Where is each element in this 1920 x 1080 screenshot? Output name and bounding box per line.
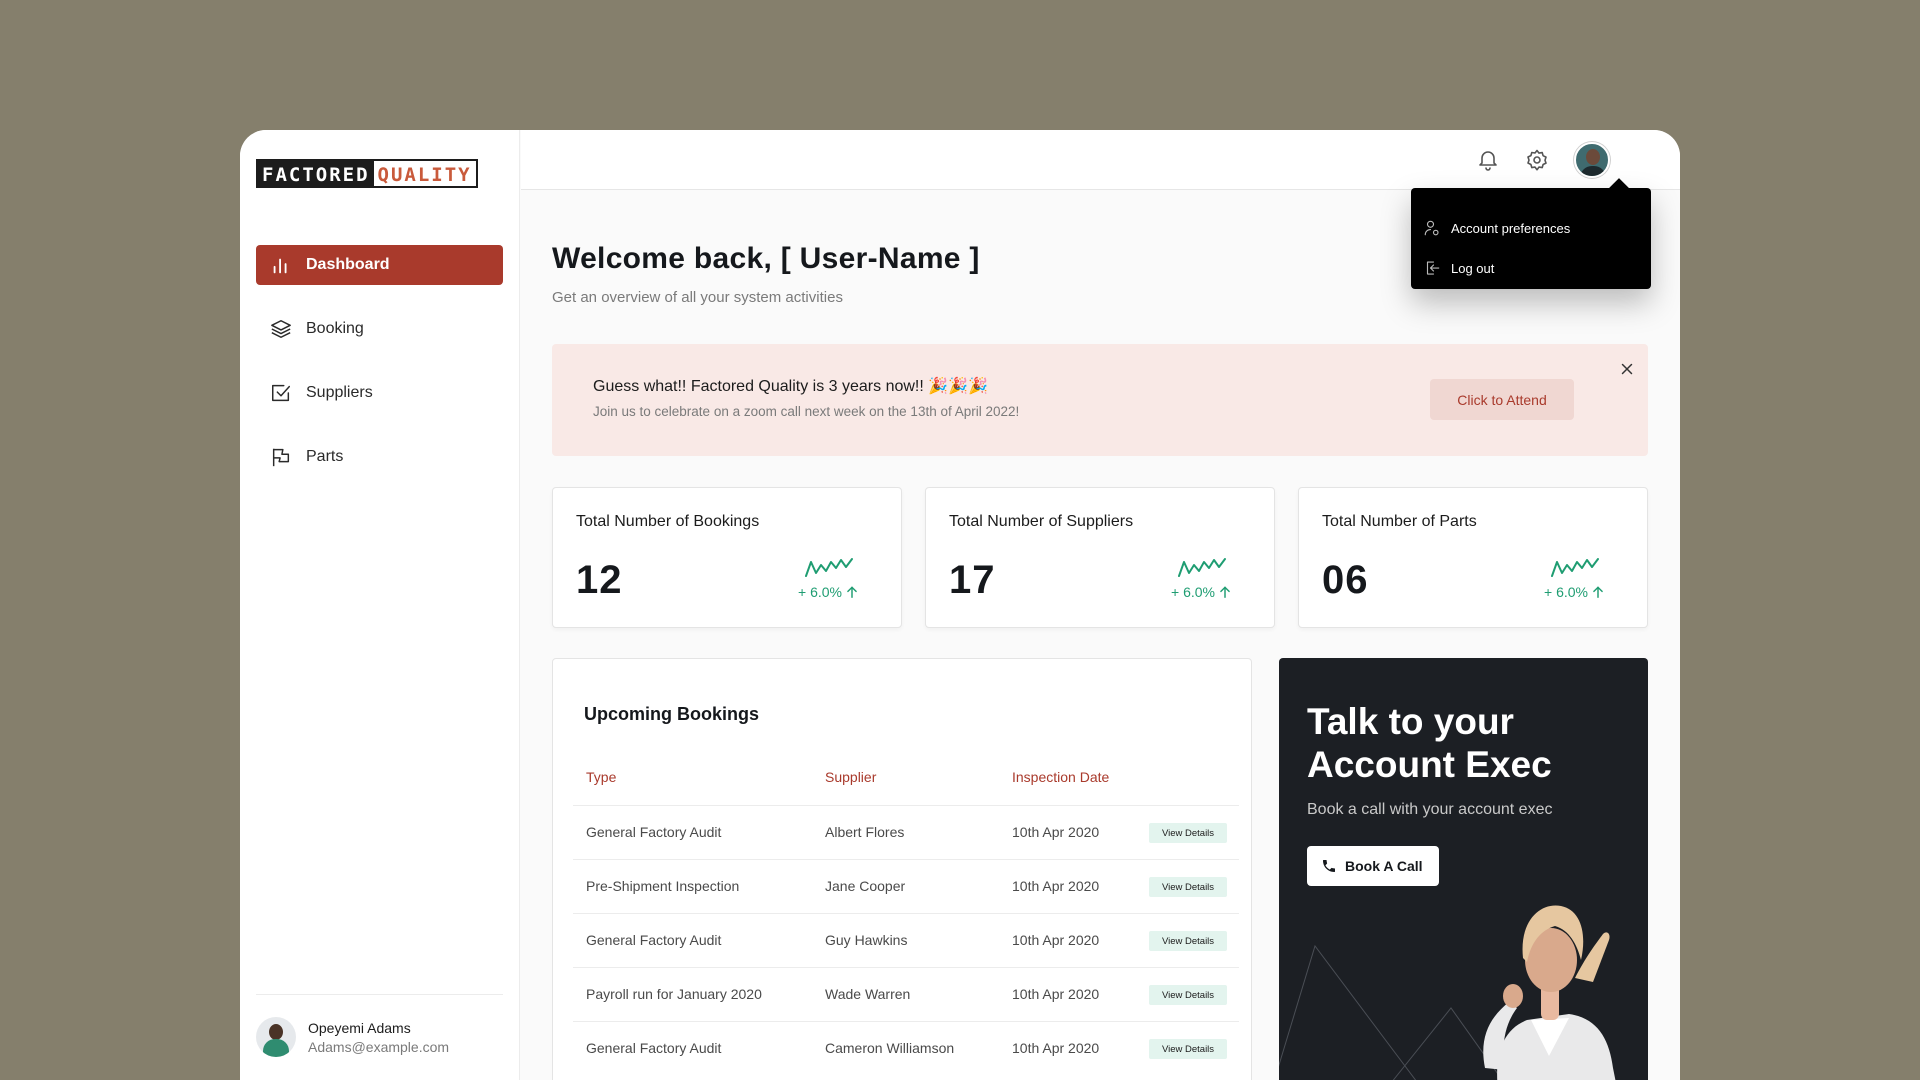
- upcoming-bookings-card: Upcoming Bookings Type Supplier Inspecti…: [552, 658, 1252, 1080]
- cell-supplier: Albert Flores: [825, 824, 905, 840]
- cell-date: 10th Apr 2020: [1012, 1040, 1100, 1056]
- avatar: [256, 1017, 296, 1057]
- view-details-button[interactable]: View Details: [1149, 931, 1227, 951]
- menu-item-logout[interactable]: Log out: [1411, 248, 1651, 288]
- table-row: General Factory Audit Cameron Williamson…: [573, 1021, 1239, 1075]
- sidebar-item-label: Suppliers: [306, 384, 373, 401]
- cell-date: 10th Apr 2020: [1012, 878, 1100, 894]
- sidebar-item-label: Booking: [306, 320, 364, 337]
- phone-icon: [1323, 860, 1335, 872]
- check-square-icon: [270, 382, 292, 404]
- cell-date: 10th Apr 2020: [1012, 824, 1100, 840]
- logo-left: FACTORED: [258, 161, 374, 186]
- banner-subtitle: Join us to celebrate on a zoom call next…: [593, 404, 1020, 419]
- stat-value: 06: [1322, 558, 1369, 602]
- page-subtitle: Get an overview of all your system activ…: [552, 289, 843, 306]
- bar-chart-icon: [270, 254, 292, 276]
- sidebar-item-label: Parts: [306, 448, 344, 465]
- sidebar: FACTORED QUALITY Dashboard Booking Suppl…: [240, 130, 520, 1080]
- stat-trend: + 6.0%: [1544, 584, 1605, 600]
- logo-right: QUALITY: [373, 161, 476, 186]
- sidebar-nav: Dashboard Booking Suppliers Parts: [256, 245, 503, 501]
- banner-title: Guess what!! Factored Quality is 3 years…: [593, 378, 989, 395]
- cell-type: General Factory Audit: [586, 932, 722, 948]
- view-details-button[interactable]: View Details: [1149, 985, 1227, 1005]
- trend-value: + 6.0%: [1171, 584, 1215, 600]
- menu-item-label: Log out: [1451, 260, 1495, 276]
- gear-icon[interactable]: [1525, 148, 1549, 172]
- book-call-label: Book A Call: [1345, 858, 1423, 874]
- card-title: Upcoming Bookings: [584, 704, 759, 724]
- cell-type: Pre-Shipment Inspection: [586, 878, 740, 894]
- book-call-button[interactable]: Book A Call: [1307, 846, 1439, 886]
- table-row: General Factory Audit Guy Hawkins 10th A…: [573, 913, 1239, 967]
- exec-title: Talk to your Account Exec: [1307, 701, 1552, 785]
- trend-value: + 6.0%: [1544, 584, 1588, 600]
- sidebar-item-booking[interactable]: Booking: [256, 309, 503, 349]
- stat-value: 12: [576, 558, 623, 602]
- stat-label: Total Number of Bookings: [576, 513, 760, 530]
- cell-type: General Factory Audit: [586, 824, 722, 840]
- cell-type: General Factory Audit: [586, 1040, 722, 1056]
- stat-card-bookings: Total Number of Bookings 12 + 6.0%: [552, 487, 902, 628]
- close-icon[interactable]: [1618, 360, 1636, 378]
- bell-icon[interactable]: [1476, 148, 1500, 172]
- account-exec-card: Talk to your Account Exec Book a call wi…: [1279, 658, 1648, 1080]
- page-title: Welcome back, [ User-Name ]: [552, 242, 980, 275]
- sparkline-icon: [1178, 558, 1226, 577]
- user-settings-icon: [1424, 220, 1439, 236]
- table-row: General Factory Audit Albert Flores 10th…: [573, 805, 1239, 859]
- sidebar-item-parts[interactable]: Parts: [256, 437, 503, 477]
- sparkline-icon: [805, 558, 853, 577]
- cell-date: 10th Apr 2020: [1012, 932, 1100, 948]
- brand-logo[interactable]: FACTORED QUALITY: [256, 159, 478, 188]
- cell-supplier: Cameron Williamson: [825, 1040, 955, 1056]
- arrow-up-icon: [847, 586, 857, 598]
- column-header-date: Inspection Date: [1012, 769, 1110, 785]
- column-header-type: Type: [586, 769, 617, 785]
- layers-icon: [270, 318, 292, 340]
- stat-card-parts: Total Number of Parts 06 + 6.0%: [1298, 487, 1648, 628]
- sidebar-item-suppliers[interactable]: Suppliers: [256, 373, 503, 413]
- cell-supplier: Guy Hawkins: [825, 932, 908, 948]
- topbar: [521, 130, 1680, 190]
- arrow-up-icon: [1593, 586, 1603, 598]
- stat-label: Total Number of Parts: [1322, 513, 1477, 530]
- sidebar-item-label: Dashboard: [306, 256, 390, 273]
- stat-card-suppliers: Total Number of Suppliers 17 + 6.0%: [925, 487, 1275, 628]
- view-details-button[interactable]: View Details: [1149, 877, 1227, 897]
- stat-trend: + 6.0%: [798, 584, 859, 600]
- attend-button[interactable]: Click to Attend: [1430, 379, 1574, 420]
- stat-trend: + 6.0%: [1171, 584, 1232, 600]
- table-row: Payroll run for January 2020 Wade Warren…: [573, 967, 1239, 1021]
- menu-item-label: Account preferences: [1451, 220, 1571, 236]
- logout-icon: [1426, 261, 1440, 275]
- cell-date: 10th Apr 2020: [1012, 986, 1100, 1002]
- table-row: Pre-Shipment Inspection Jane Cooper 10th…: [573, 859, 1239, 913]
- stat-label: Total Number of Suppliers: [949, 513, 1134, 530]
- cell-type: Payroll run for January 2020: [586, 986, 762, 1002]
- user-profile[interactable]: Opeyemi Adams Adams@example.com: [256, 994, 503, 1057]
- menu-item-account-preferences[interactable]: Account preferences: [1411, 208, 1651, 248]
- column-header-supplier: Supplier: [825, 769, 877, 785]
- trend-value: + 6.0%: [798, 584, 842, 600]
- cell-supplier: Jane Cooper: [825, 878, 906, 894]
- view-details-button[interactable]: View Details: [1149, 823, 1227, 843]
- exec-subtitle: Book a call with your account exec: [1307, 801, 1553, 818]
- view-details-button[interactable]: View Details: [1149, 1039, 1227, 1059]
- sparkline-icon: [1551, 558, 1599, 577]
- account-menu: Account preferences Log out: [1411, 188, 1651, 289]
- avatar[interactable]: [1574, 142, 1610, 178]
- stat-value: 17: [949, 558, 996, 602]
- arrow-up-icon: [1220, 586, 1230, 598]
- user-name: Opeyemi Adams: [308, 1019, 411, 1036]
- app-window: FACTORED QUALITY Dashboard Booking Suppl…: [240, 130, 1680, 1080]
- sidebar-item-dashboard[interactable]: Dashboard: [256, 245, 503, 285]
- user-email: Adams@example.com: [308, 1038, 450, 1055]
- announcement-banner: Guess what!! Factored Quality is 3 years…: [552, 344, 1648, 456]
- flag-icon: [270, 446, 292, 468]
- cell-supplier: Wade Warren: [825, 986, 911, 1002]
